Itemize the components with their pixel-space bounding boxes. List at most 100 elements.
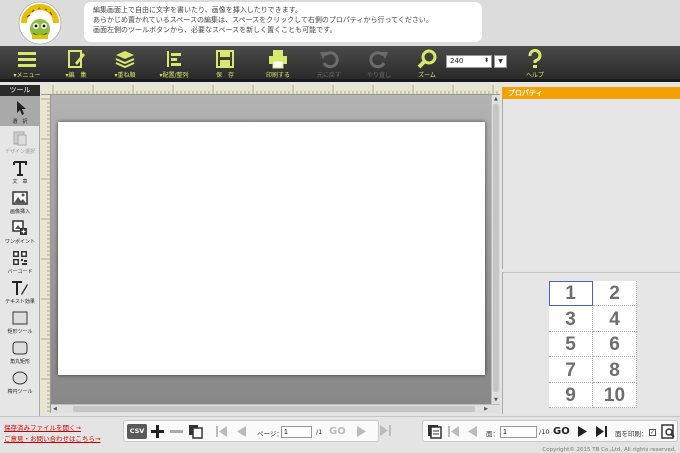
horizontal-scroll-thumb[interactable] (73, 406, 475, 412)
scroll-left-icon[interactable]: ◀ (53, 406, 57, 412)
layer-order-button[interactable]: ▾重ね順 (98, 46, 152, 82)
contact-link[interactable]: ご意見・お問い合わせはこちら→ (4, 433, 100, 443)
help-text-box: 編集画面上で自由に文字を書いたり、画像を挿入したりできます。 あらかじめ置かれて… (84, 2, 482, 42)
triangle-right-icon (357, 426, 366, 437)
tool-label: ワンポイント (4, 239, 35, 245)
page-cell-7[interactable]: 7 (549, 357, 593, 383)
spinner-arrows-icon[interactable]: ⬍ (484, 57, 489, 64)
sheet-list-button[interactable] (427, 424, 442, 439)
print-label: 印刷する (265, 72, 290, 79)
open-saved-file-link[interactable]: 保存済みファイルを開く→ (4, 422, 81, 432)
redo-label: やり直し (366, 72, 391, 79)
skip-first-icon (216, 426, 227, 437)
page-cell-9[interactable]: 9 (549, 383, 593, 408)
vertical-scroll-thumb[interactable] (493, 104, 499, 392)
help-line: 画面左側のツールボタンから、必要なスペースを新しく置くことも可能です。 (93, 26, 337, 34)
tool-ellipse[interactable]: 楕円ツール (0, 366, 40, 396)
tool-label: バーコード (7, 269, 33, 275)
print-preview-button[interactable] (661, 424, 676, 439)
tool-onepoint[interactable]: ワンポイント (0, 216, 40, 246)
copyright-text: Copyright© 2015 TB Co.,Ltd. All rights r… (542, 447, 676, 453)
tool-rounded-rectangle[interactable]: 角丸矩形 (0, 336, 40, 366)
page-cell-8[interactable]: 8 (593, 357, 637, 383)
tool-rectangle[interactable]: 矩形ツール (0, 306, 40, 336)
bottom-bar: 保存済みファイルを開く→ ご意見・お問い合わせはこちら→ CSV ページ： /1… (0, 416, 680, 453)
page-cell-3[interactable]: 3 (549, 306, 593, 332)
page-cell-6[interactable]: 6 (593, 332, 637, 357)
last-sheet-button[interactable] (594, 424, 609, 439)
zoom-label: ズーム (418, 72, 436, 79)
edit-button[interactable]: ▾編 集 (49, 46, 103, 82)
csv-button[interactable]: CSV (127, 424, 147, 439)
question-mark-icon (528, 49, 542, 68)
text-icon (13, 161, 27, 176)
undo-icon (320, 51, 339, 69)
rounded-rectangle-icon (12, 341, 28, 355)
add-page-button[interactable] (150, 424, 165, 439)
print-button[interactable]: 印刷する (251, 46, 305, 82)
edit-label: ▾編 集 (65, 72, 87, 79)
next-sheet-button[interactable] (575, 424, 590, 439)
tool-text[interactable]: 文 章 (0, 156, 40, 186)
save-button[interactable]: 保 存 (198, 46, 252, 82)
page-selector-panel: 1 2 3 4 5 6 7 8 9 10 (502, 272, 680, 414)
scroll-down-icon[interactable]: ▼ (494, 397, 498, 403)
first-sheet-button[interactable] (446, 424, 461, 439)
page-number-input[interactable] (281, 426, 312, 438)
zoom-dropdown-button[interactable]: ▼ (494, 55, 507, 68)
first-page-button[interactable] (214, 424, 229, 439)
print-sheet-checkbox[interactable]: ✓ (649, 429, 656, 436)
menu-button[interactable]: ▾メニュー (0, 46, 54, 82)
scroll-right-icon[interactable]: ▶ (484, 406, 488, 412)
image-icon (12, 191, 28, 205)
plus-icon (151, 425, 164, 438)
print-sheet-label: 面を印刷： (615, 430, 648, 438)
menu-label: ▾メニュー (13, 72, 41, 79)
previous-page-button[interactable] (234, 424, 249, 439)
tool-panel: 選 択 デザイン選択 文 章 画像挿入 ワンポイント バーコード テキスト効果 … (0, 96, 40, 416)
zoom-level-input[interactable]: 240 ⬍ (446, 55, 492, 68)
tool-select[interactable]: 選 択 (0, 96, 40, 126)
sheet-number-input[interactable] (500, 426, 537, 438)
tool-barcode[interactable]: バーコード (0, 246, 40, 276)
scroll-up-icon[interactable]: ▲ (494, 96, 498, 102)
editing-page[interactable] (58, 122, 485, 375)
tool-text-effect[interactable]: テキスト効果 (0, 276, 40, 306)
vertical-scrollbar[interactable]: ▲ ▼ (491, 95, 500, 404)
triangle-left-icon (468, 426, 477, 437)
canvas-area[interactable] (51, 95, 491, 404)
duplicate-page-button[interactable] (188, 424, 203, 439)
page-cell-1[interactable]: 1 (549, 281, 593, 306)
last-page-button[interactable] (378, 423, 393, 438)
page-cell-2[interactable]: 2 (593, 281, 637, 306)
page-total: /1 (316, 428, 323, 436)
page-cell-5[interactable]: 5 (549, 332, 593, 357)
redo-button[interactable]: やり直し (352, 46, 406, 82)
page-go-button[interactable]: GO (329, 424, 346, 439)
remove-page-button[interactable] (169, 424, 184, 439)
tool-label: テキスト効果 (5, 299, 35, 305)
undo-label: 元に戻す (316, 72, 341, 79)
next-page-button[interactable] (354, 424, 369, 439)
barcode-icon (13, 251, 27, 265)
copy-icon (189, 425, 203, 439)
undo-button[interactable]: 元に戻す (302, 46, 356, 82)
page-cell-4[interactable]: 4 (593, 306, 637, 332)
help-line: 編集画面上で自由に文字を書いたり、画像を挿入したりできます。 (93, 6, 303, 14)
tool-design-select[interactable]: デザイン選択 (0, 126, 40, 156)
sheet-total: /10 (539, 428, 550, 436)
page-cell-10[interactable]: 10 (593, 383, 637, 408)
sheets-icon (428, 425, 442, 439)
sheet-go-button[interactable]: GO (553, 424, 570, 439)
align-label: ▾配置/整列 (159, 72, 189, 79)
layer-order-label: ▾重ね順 (114, 72, 136, 79)
zoom-level-value: 240 (450, 57, 464, 65)
tool-label: 角丸矩形 (9, 359, 30, 365)
chevron-down-icon: ▼ (498, 58, 503, 65)
help-button[interactable]: ヘルプ (508, 46, 562, 82)
align-button[interactable]: ▾配置/整列 (147, 46, 201, 82)
previous-sheet-button[interactable] (465, 424, 480, 439)
horizontal-scrollbar[interactable]: ◀ ▶ (51, 404, 500, 413)
triangle-left-icon (237, 426, 246, 437)
tool-image[interactable]: 画像挿入 (0, 186, 40, 216)
